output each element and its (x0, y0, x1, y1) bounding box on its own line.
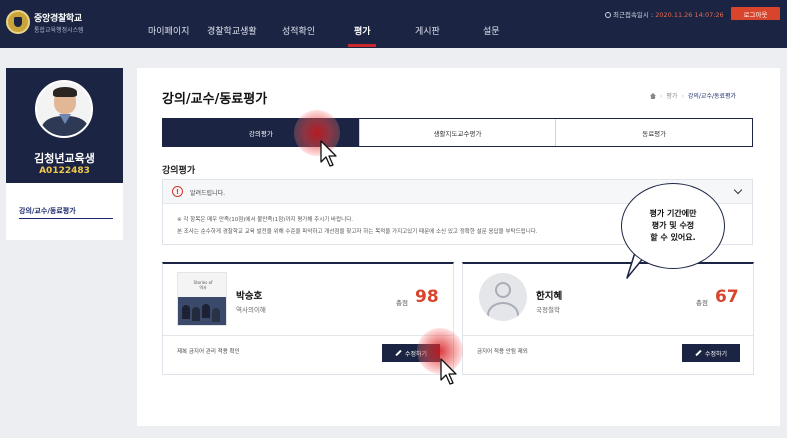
card-divider (163, 335, 453, 336)
police-emblem-icon[interactable] (6, 10, 30, 34)
mouse-cursor-icon (440, 358, 457, 385)
course-name: 국정철학 (536, 306, 560, 314)
nav-item-grades[interactable]: 성적확인 (282, 24, 315, 37)
alert-icon: ! (172, 186, 183, 197)
default-user-icon (479, 273, 527, 321)
avatar (35, 80, 93, 138)
nav-item-survey[interactable]: 설문 (483, 24, 500, 37)
clock-icon (605, 12, 611, 18)
home-icon[interactable] (650, 93, 656, 99)
score-label: 총점 (696, 299, 708, 307)
section-title: 강의평가 (162, 166, 196, 176)
sidebar-item-underline (19, 218, 113, 219)
edit-button[interactable]: 수정하기 (682, 344, 740, 362)
breadcrumb: › 평가 › 강의/교수/동료평가 (650, 91, 736, 100)
pencil-icon (695, 349, 702, 357)
system-name: 통합교육행정시스템 (34, 27, 84, 34)
tooltip-bubble: 평가 기간에만 평가 및 수정 할 수 있어요. (621, 183, 725, 269)
nav-item-board[interactable]: 게시판 (415, 24, 440, 37)
nav-item-school-life[interactable]: 경찰학교생활 (207, 24, 257, 37)
top-navigation-bar: 중앙경찰학교 통합교육행정시스템 마이페이지 경찰학교생활 성적확인 평가 게시… (0, 0, 787, 48)
tooltip-text: 평가 기간에만 평가 및 수정 할 수 있어요. (649, 209, 697, 242)
tab-peer-evaluation[interactable]: 동료평가 (555, 119, 753, 146)
notice-text-1: ※ 각 항목은 매우 만족(10점)에서 불만족(1점)까지 평가해 주시기 바… (177, 217, 354, 223)
card-note: 제복 금지어 관리 적용 확인 (177, 349, 240, 355)
course-name: 역사의이해 (236, 306, 266, 314)
professor-card-1: Stories of 역사 박승호 역사의이해 총점 98 제복 금지어 관리 … (162, 262, 454, 375)
page-title: 강의/교수/동료평가 (162, 92, 268, 107)
book-title: Stories of 역사 (193, 280, 213, 290)
book-cover-photo (178, 297, 226, 325)
score-value: 98 (415, 287, 439, 307)
edit-button-label: 수정하기 (704, 350, 728, 358)
professor-name: 한지혜 (536, 291, 563, 302)
evaluation-tabs: 강의평가 생활지도교수평가 동료평가 (162, 118, 753, 147)
logout-label: 로그아웃 (743, 10, 768, 19)
student-id: A0122483 (39, 166, 90, 176)
professor-card-2: 한지혜 국정철학 총점 67 금지어 적용 안됨 제외 수정하기 (462, 262, 754, 375)
logout-button[interactable]: 로그아웃 (731, 7, 780, 20)
score-label: 총점 (396, 299, 408, 307)
breadcrumb-evaluation[interactable]: 평가 (666, 93, 677, 100)
avatar-hair (53, 87, 77, 97)
last-login-label: 최근접속일시 : (613, 11, 654, 19)
profile-header: 김청년교육생 A0122483 (6, 68, 123, 183)
card-note: 금지어 적용 안됨 제외 (477, 349, 528, 355)
chevron-down-icon[interactable] (733, 185, 743, 195)
nav-item-mypage[interactable]: 마이페이지 (148, 24, 189, 37)
last-login-info: 최근접속일시 : 2020.11.26 14:07:26 (605, 9, 724, 19)
tab-advisor-evaluation[interactable]: 생활지도교수평가 (358, 119, 556, 146)
notice-text-2: 본 조사는 순수하게 경찰학교 교육 발전을 위해 수준을 파악하고 개선점을 … (177, 229, 538, 235)
school-name[interactable]: 중앙경찰학교 (34, 11, 82, 24)
mouse-cursor-icon (320, 140, 337, 167)
score-value: 67 (715, 287, 739, 307)
card-divider (463, 335, 753, 336)
professor-name: 박승호 (236, 291, 263, 302)
nav-item-evaluation[interactable]: 평가 (354, 24, 371, 37)
sidebar-item-evaluation[interactable]: 강의/교수/동료평가 (19, 206, 76, 216)
pencil-icon (395, 349, 402, 357)
breadcrumb-current: 강의/교수/동료평가 (687, 93, 737, 100)
last-login-date: 2020.11.26 14:07:26 (655, 11, 724, 19)
course-book-thumbnail: Stories of 역사 (177, 272, 227, 326)
user-name: 김청년교육생 (34, 152, 95, 165)
notice-label: 알려드립니다. (190, 190, 226, 197)
active-nav-indicator (348, 44, 376, 47)
profile-card: 김청년교육생 A0122483 강의/교수/동료평가 (6, 68, 123, 240)
